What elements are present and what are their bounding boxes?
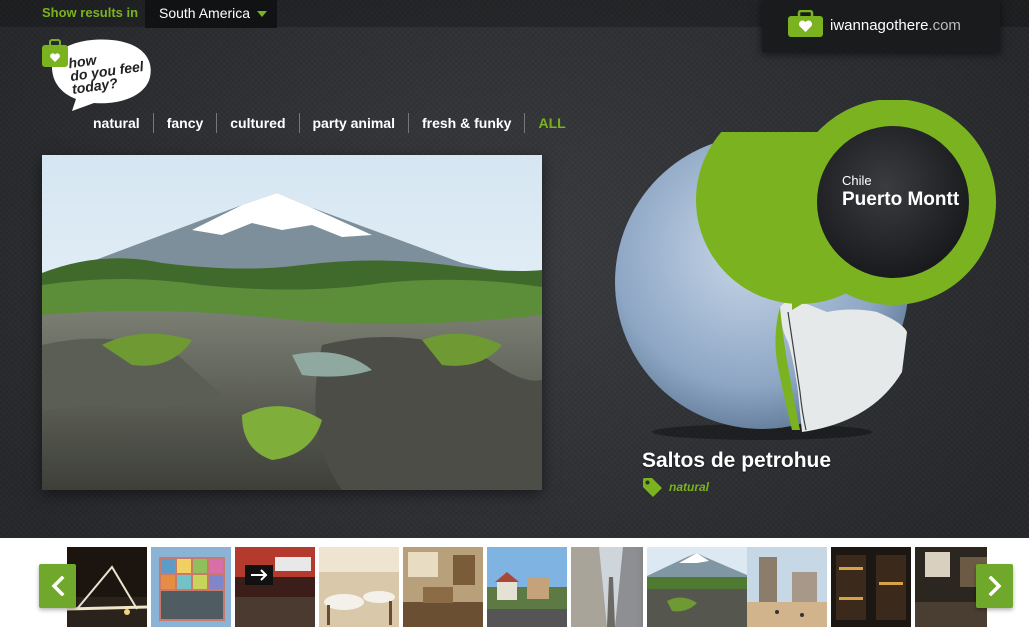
carousel-next-button[interactable] xyxy=(976,564,1013,608)
volcano-landscape-image xyxy=(42,155,542,490)
thumbnail-volcano-waterfall[interactable] xyxy=(643,547,751,627)
thumbnail-narrow-alley[interactable] xyxy=(571,547,651,627)
brand-name: iwannagothere.com xyxy=(830,17,961,34)
heart-bag-icon xyxy=(788,10,823,37)
carousel-prev-button[interactable] xyxy=(39,564,76,608)
thumbnail-track xyxy=(67,547,987,627)
thumbnail-hillside-houses[interactable] xyxy=(487,547,567,627)
city-name: Puerto Montt xyxy=(842,189,960,210)
place-tags: natural xyxy=(642,477,709,497)
mood-fancy[interactable]: fancy xyxy=(154,113,218,133)
show-results-label: Show results in xyxy=(42,5,139,20)
mood-fresh-and-funky[interactable]: fresh & funky xyxy=(409,113,526,133)
tag-icon xyxy=(643,478,662,497)
thumbnail-shop-display[interactable] xyxy=(831,547,911,627)
chevron-left-icon xyxy=(51,576,64,596)
thumbnail-beach-tower[interactable] xyxy=(747,547,827,627)
chevron-right-icon xyxy=(988,576,1001,596)
thumbnail-restaurant-interior[interactable] xyxy=(319,547,399,627)
mood-filter-nav: natural fancy cultured party animal fres… xyxy=(80,112,579,134)
mood-party-animal[interactable]: party animal xyxy=(300,113,409,133)
country-name: Chile xyxy=(842,173,872,188)
place-title: Saltos de petrohue xyxy=(642,449,832,472)
thumbnail-cafe-interior[interactable] xyxy=(403,547,483,627)
region-selected-value: South America xyxy=(159,5,251,21)
mood-all[interactable]: ALL xyxy=(525,113,578,133)
thumbnail-bridge-night[interactable] xyxy=(67,547,147,627)
mood-natural[interactable]: natural xyxy=(80,113,154,133)
region-dropdown[interactable]: South America xyxy=(145,0,277,28)
chevron-down-icon xyxy=(257,11,267,17)
brand-logo-link[interactable]: iwannagothere.com xyxy=(762,0,1000,52)
tag-natural[interactable]: natural xyxy=(669,480,709,494)
thumbnail-carousel xyxy=(0,538,1029,643)
thumbnail-colorful-building[interactable] xyxy=(151,547,231,627)
mood-cultured[interactable]: cultured xyxy=(217,113,300,133)
place-photo[interactable] xyxy=(42,155,542,490)
thumbnail-city-street-sign[interactable] xyxy=(235,547,315,627)
pin-location-label: Chile Puerto Montt xyxy=(842,173,959,211)
